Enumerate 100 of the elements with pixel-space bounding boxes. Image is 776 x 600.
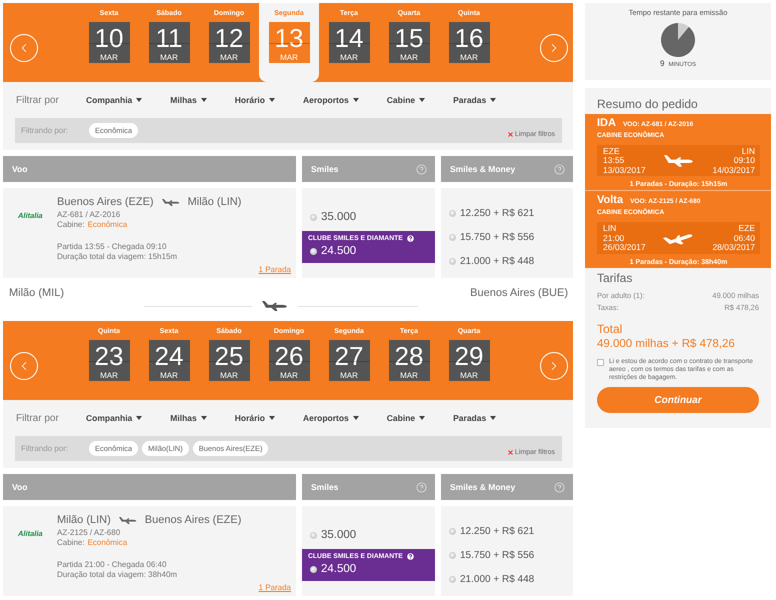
filter-dropdown[interactable]: Aeroportos [302, 413, 359, 423]
terms-checkbox[interactable] [597, 359, 604, 366]
month-label: MAR [100, 53, 118, 62]
filter-dropdown[interactable]: Cabine [386, 95, 426, 105]
arrival-time: 06:40 [734, 234, 755, 244]
help-icon [406, 552, 415, 561]
radio-button[interactable] [449, 210, 456, 216]
departure-time: 13:55 [603, 156, 624, 166]
caret-icon [136, 98, 142, 102]
origin-city: Buenos Aires (EZE) [57, 196, 154, 208]
radio-button[interactable] [449, 552, 456, 558]
caret-icon [352, 416, 359, 420]
plane-icon [118, 516, 137, 524]
month-label: MAR [160, 53, 178, 62]
airport-code: EZE [738, 224, 755, 234]
caret-icon [352, 98, 359, 102]
header-label: Smiles & Money [450, 164, 516, 174]
month-label: MAR [340, 53, 358, 62]
header-label: Smiles [311, 482, 338, 492]
schedule-text: Partida 13:55 - Chegada 09:10 [57, 242, 166, 252]
radio-button[interactable] [449, 258, 456, 264]
active-filters-label: Filtrando por: [21, 444, 70, 453]
airport-code: EZE [603, 146, 620, 156]
day-number: 28 [394, 343, 424, 369]
month-label: MAR [400, 371, 418, 380]
summary-title: Resumo do pedido [596, 96, 699, 113]
plane-icon [162, 198, 180, 206]
radio-button[interactable] [449, 234, 456, 240]
schedule-text: Partida 21:00 - Chegada 06:40 [57, 560, 166, 570]
day-number: 24 [154, 343, 184, 369]
filter-dropdown[interactable]: Cabine [386, 413, 426, 423]
flight-numbers: AZ-2125 / AZ-680 [57, 528, 120, 538]
day-number: 14 [334, 25, 364, 51]
money-price: 21.000 + R$ 448 [460, 574, 534, 584]
flight-numbers: AZ-681 / AZ-2016 [57, 210, 120, 220]
radio-button[interactable] [310, 566, 317, 572]
header-label: Smiles [311, 164, 338, 174]
caret-icon [268, 416, 275, 420]
day-number: 13 [274, 25, 304, 51]
header-label: Voo [12, 164, 28, 174]
day-number: 12 [214, 25, 244, 51]
active-filters-label: Filtrando por: [21, 126, 70, 135]
cabin-value: Econômica [88, 220, 128, 230]
duration-text: Duração total da viagem: 38h40m [57, 570, 178, 580]
miles-price: 24.500 [321, 245, 356, 257]
radio-button[interactable] [449, 528, 456, 534]
caret-icon [200, 416, 207, 420]
next-date-button[interactable] [540, 352, 568, 380]
total-value: 49.000 milhas + R$ 478,26 [597, 337, 735, 352]
help-icon [406, 234, 415, 243]
cabin-label: Cabine: [57, 220, 85, 230]
month-label: MAR [460, 371, 478, 380]
filter-dropdown[interactable]: Horário [234, 413, 275, 423]
radio-button[interactable] [310, 214, 317, 220]
filter-dropdown[interactable]: Companhia [86, 413, 142, 423]
filter-dropdown[interactable]: Paradas [453, 95, 496, 105]
filter-dropdown[interactable]: Companhia [86, 95, 142, 105]
caret-icon [419, 98, 426, 102]
money-price: 15.750 + R$ 556 [460, 550, 534, 560]
filter-dropdown[interactable]: Milhas [170, 413, 207, 423]
month-label: MAR [340, 371, 358, 380]
arrival-date: 14/03/2017 [712, 166, 755, 176]
airport-code: LIN [742, 146, 755, 156]
money-price: 12.250 + R$ 621 [460, 208, 534, 218]
day-number: 10 [94, 25, 124, 51]
day-number: 23 [94, 343, 124, 369]
miles-price: 35.000 [321, 211, 356, 223]
month-label: MAR [460, 53, 478, 62]
filter-label: Filtrar por [16, 412, 60, 424]
route-origin: Milão (MIL) [9, 286, 64, 300]
filter-dropdown[interactable]: Aeroportos [302, 95, 359, 105]
caret-icon [419, 416, 426, 420]
header-label: Voo [12, 482, 28, 492]
filter-dropdown[interactable]: Milhas [170, 95, 207, 105]
filter-label: Filtrar por [16, 94, 60, 106]
money-price: 15.750 + R$ 556 [460, 232, 534, 242]
radio-button[interactable] [449, 576, 456, 582]
leg-direction: IDA [597, 117, 616, 130]
prev-date-button[interactable] [10, 34, 38, 62]
day-number: 11 [156, 25, 182, 51]
timer-value: 9 [660, 59, 664, 68]
radio-button[interactable] [310, 532, 317, 538]
filter-dropdown[interactable]: Paradas [453, 413, 496, 423]
radio-button[interactable] [310, 248, 317, 254]
month-label: MAR [280, 53, 298, 62]
filter-dropdown[interactable]: Horário [234, 95, 275, 105]
airport-code: LIN [603, 224, 616, 234]
next-date-button[interactable] [540, 34, 568, 62]
month-label: MAR [280, 371, 298, 380]
day-number: 26 [274, 343, 304, 369]
leg-direction: Volta [597, 194, 624, 207]
destination-city: Buenos Aires (EZE) [144, 514, 242, 526]
header-label: Smiles & Money [450, 482, 516, 492]
close-icon [508, 132, 513, 137]
plane-icon [664, 155, 694, 167]
month-label: MAR [400, 53, 418, 62]
cabin-value: Econômica [88, 538, 128, 548]
month-label: MAR [160, 371, 178, 380]
prev-date-button[interactable] [10, 352, 38, 380]
total-label: Total [597, 322, 622, 336]
